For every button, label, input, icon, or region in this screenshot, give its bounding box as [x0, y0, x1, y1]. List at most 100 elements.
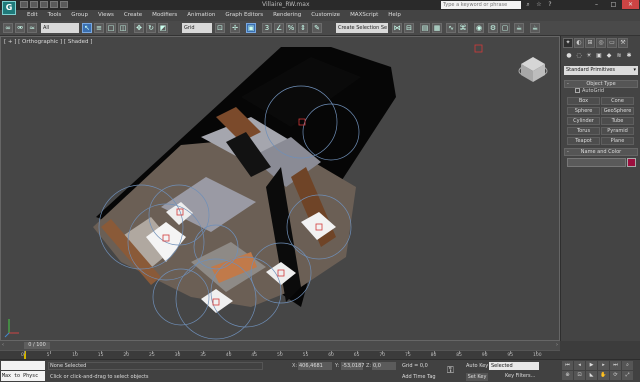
keyboard-shortcut-toggle-icon[interactable]: ▣	[246, 23, 256, 33]
cone-button[interactable]: Cone	[601, 97, 634, 105]
object-color-swatch[interactable]	[627, 158, 636, 167]
rectangular-selection-icon[interactable]: □	[106, 23, 116, 33]
select-object-icon[interactable]: ↖	[82, 23, 92, 33]
maximize-viewport-icon[interactable]: ⤢	[622, 371, 633, 380]
reference-coordinate-dropdown[interactable]: Grid	[182, 23, 212, 33]
zoom-all-icon[interactable]: ⊕	[562, 371, 573, 380]
window-crossing-icon[interactable]: ◫	[118, 23, 128, 33]
zoom-icon[interactable]: ⌕	[622, 361, 633, 370]
new-file-icon[interactable]	[20, 1, 28, 8]
menu-maxscript[interactable]: MAXScript	[345, 10, 383, 21]
spinner-snap-icon[interactable]: ⇕	[298, 23, 308, 33]
teapot-button[interactable]: Teapot	[567, 137, 600, 145]
maxscript-mini-listener[interactable]: Max to Physc	[1, 371, 45, 381]
menu-views[interactable]: Views	[93, 10, 119, 21]
select-move-icon[interactable]: ✥	[134, 23, 144, 33]
graphite-ribbon-icon[interactable]: ▦	[432, 23, 442, 33]
select-rotate-icon[interactable]: ↻	[146, 23, 156, 33]
edit-named-selection-icon[interactable]: ✎	[312, 23, 322, 33]
link-icon[interactable]: ∞	[3, 23, 13, 33]
tube-button[interactable]: Tube	[601, 117, 634, 125]
shapes-icon[interactable]: ◌	[575, 52, 583, 60]
go-to-start-icon[interactable]: ⏮	[562, 361, 573, 370]
x-coordinate-field[interactable]: 406,4681	[298, 362, 332, 370]
create-tab-icon[interactable]: ✦	[563, 38, 573, 48]
menu-graph-editors[interactable]: Graph Editors	[220, 10, 268, 21]
menu-animation[interactable]: Animation	[182, 10, 220, 21]
render-active-icon[interactable]: ☕	[530, 23, 540, 33]
object-name-field[interactable]	[567, 158, 626, 167]
schematic-view-icon[interactable]: ⌘	[458, 23, 468, 33]
frame-counter[interactable]: 0 / 100	[24, 342, 50, 349]
motion-tab-icon[interactable]: ◎	[596, 38, 606, 48]
space-warps-icon[interactable]: ≋	[615, 52, 623, 60]
next-frame-icon[interactable]: ▸	[598, 361, 609, 370]
box-button[interactable]: Box	[567, 97, 600, 105]
menu-edit[interactable]: Edit	[22, 10, 43, 21]
undo-icon[interactable]	[50, 1, 58, 8]
mirror-icon[interactable]: ⋈	[392, 23, 402, 33]
align-icon[interactable]: ⊟	[404, 23, 414, 33]
maximize-button[interactable]: □	[605, 0, 622, 9]
maxscript-listener-top[interactable]	[1, 361, 45, 370]
minimize-button[interactable]: –	[588, 0, 605, 9]
named-selection-sets-dropdown[interactable]: Create Selection Se	[336, 23, 388, 33]
menu-customize[interactable]: Customize	[306, 10, 345, 21]
orbit-icon[interactable]: ⟳	[610, 371, 621, 380]
utilities-tab-icon[interactable]: ⚒	[618, 38, 628, 48]
help-icon[interactable]: ?	[546, 1, 554, 9]
cameras-icon[interactable]: ▣	[595, 52, 603, 60]
object-type-rollout[interactable]: - Object Type	[564, 80, 638, 88]
close-button[interactable]: ✕	[622, 0, 639, 9]
layer-manager-icon[interactable]: ▤	[420, 23, 430, 33]
menu-help[interactable]: Help	[383, 10, 406, 21]
binoculars-icon[interactable]: ⌕	[524, 1, 532, 9]
snaps-toggle-icon[interactable]: 3	[262, 23, 272, 33]
percent-snap-icon[interactable]: %	[286, 23, 296, 33]
time-slider-next-icon[interactable]: ›	[556, 342, 558, 348]
pyramid-button[interactable]: Pyramid	[601, 127, 634, 135]
helpers-icon[interactable]: ◆	[605, 52, 613, 60]
primitive-type-dropdown[interactable]: Standard Primitives ▾	[564, 66, 638, 75]
name-and-color-rollout[interactable]: - Name and Color	[564, 148, 638, 156]
modify-tab-icon[interactable]: ◐	[574, 38, 584, 48]
sphere-button[interactable]: Sphere	[567, 107, 600, 115]
pan-icon[interactable]: ✋	[598, 371, 609, 380]
application-menu-button[interactable]: G	[2, 1, 16, 15]
pivot-center-icon[interactable]: ⊡	[215, 23, 225, 33]
hierarchy-tab-icon[interactable]: ⊞	[585, 38, 595, 48]
select-manipulate-icon[interactable]: ✢	[230, 23, 240, 33]
systems-icon[interactable]: ✱	[625, 52, 633, 60]
selection-filter-dropdown[interactable]: All	[41, 23, 79, 33]
torus-button[interactable]: Torus	[567, 127, 600, 135]
lights-icon[interactable]: ☀	[585, 52, 593, 60]
curve-editor-icon[interactable]: ∿	[446, 23, 456, 33]
add-time-tag-button[interactable]: Add Time Tag	[402, 374, 436, 380]
geosphere-button[interactable]: GeoSphere	[601, 107, 634, 115]
time-slider-prev-icon[interactable]: ‹	[2, 342, 4, 348]
key-icon[interactable]: ⚿	[447, 366, 454, 376]
unlink-icon[interactable]: ⚮	[15, 23, 25, 33]
menu-group[interactable]: Group	[66, 10, 93, 21]
previous-frame-icon[interactable]: ◂	[574, 361, 585, 370]
geometry-icon[interactable]: ●	[565, 52, 573, 60]
plane-button[interactable]: Plane	[601, 137, 634, 145]
menu-tools[interactable]: Tools	[43, 10, 67, 21]
select-by-name-icon[interactable]: ≡	[94, 23, 104, 33]
autogrid-checkbox[interactable]: AutoGrid	[575, 88, 604, 94]
menu-create[interactable]: Create	[119, 10, 147, 21]
play-icon[interactable]: ▶	[586, 361, 597, 370]
render-setup-icon[interactable]: ⚙	[488, 23, 498, 33]
perspective-viewport[interactable]: [ + ] [ Orthographic ] [ Shaded ]	[0, 36, 560, 341]
key-filters-button[interactable]: Key Filters...	[505, 373, 535, 379]
star-icon[interactable]: ☆	[535, 1, 543, 9]
set-key-button[interactable]: Set Key	[466, 373, 488, 381]
cylinder-button[interactable]: Cylinder	[567, 117, 600, 125]
rendered-frame-window-icon[interactable]: ▢	[500, 23, 510, 33]
save-file-icon[interactable]	[40, 1, 48, 8]
time-slider[interactable]: ‹ 0 / 100 ›	[0, 341, 560, 350]
go-to-end-icon[interactable]: ⏭	[610, 361, 621, 370]
menu-modifiers[interactable]: Modifiers	[147, 10, 182, 21]
angle-snap-icon[interactable]: ∠	[274, 23, 284, 33]
menu-rendering[interactable]: Rendering	[268, 10, 306, 21]
